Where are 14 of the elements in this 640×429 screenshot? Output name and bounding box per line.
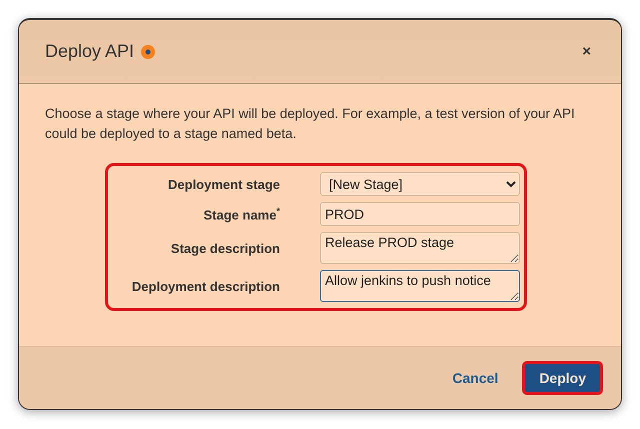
field-label: Deployment description <box>130 278 280 294</box>
intro-text: Choose a stage where your API will be deployed. For example, a test version of your API could be deployed to a stage named beta. <box>45 105 576 143</box>
textarea-field[interactable]: Allow jenkins to push notice <box>320 270 520 302</box>
dialog-title: Deploy API <box>45 41 134 62</box>
deploy-button[interactable]: Deploy <box>522 361 603 395</box>
close-button[interactable]: × <box>578 43 595 60</box>
status-dot-icon <box>140 44 156 60</box>
field-label: Deployment stage <box>167 176 280 192</box>
stage-select[interactable]: [New Stage] <box>320 172 520 196</box>
field-label: Stage description <box>170 240 280 256</box>
textarea-field[interactable]: Release PROD stage <box>320 232 520 264</box>
input-field[interactable]: PROD <box>320 202 520 226</box>
cancel-button[interactable]: Cancel <box>446 369 504 387</box>
field-label: Stage name$^{*}$ <box>202 206 280 222</box>
